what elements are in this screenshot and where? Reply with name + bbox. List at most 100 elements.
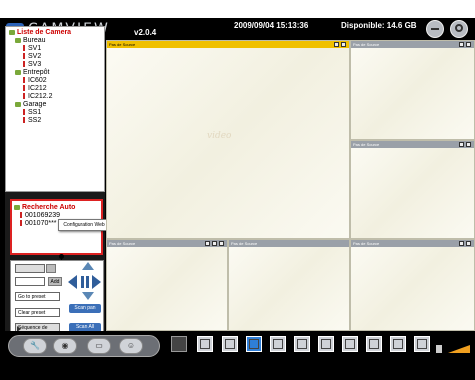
tree-camera-sv3[interactable]: SV3 [23,61,41,69]
auto-search-title-label: Recherche Auto [22,204,76,211]
record-icon[interactable] [466,241,471,246]
layout-6-button[interactable] [246,336,262,352]
tree-camera-ic212-2[interactable]: IC212.2 [23,93,53,101]
users-button[interactable]: ☺ [119,338,143,354]
tree-camera-sv1[interactable]: SV1 [23,45,41,53]
ptz-control-panel: Add Go to preset Clear preset Scan pan S… [10,260,104,340]
layout-grid-icon [200,339,210,349]
settings-wrench-button[interactable]: 🔧 [23,338,47,354]
layout-9-button[interactable] [270,336,286,352]
camera-icon [23,53,25,60]
layout-16-button[interactable] [342,336,358,352]
disk-space-label: Disponible: 14.6 GB [341,21,417,30]
snapshot-icon[interactable] [459,142,464,147]
datetime-label: 2009/09/04 15:13:36 [234,21,309,30]
layout-dual-button[interactable] [366,336,382,352]
layout-grid-icon [321,339,331,349]
scan-pan-button[interactable]: Scan pan [69,304,101,313]
tree-group-entrepot[interactable]: Entrepôt [15,69,49,77]
folder-icon [14,204,20,210]
tree-camera-ic602[interactable]: IC602 [23,77,47,85]
clear-preset-select[interactable]: Clear preset [15,308,60,317]
fullscreen-icon [417,339,427,349]
add-preset-button[interactable]: Add [48,277,62,286]
minimize-icon [431,28,439,30]
ptz-down-arrow-icon[interactable] [82,292,94,300]
video-cell-5[interactable]: Pas de Source [228,239,350,331]
layout-13-button[interactable] [318,336,334,352]
tree-camera-sv2[interactable]: SV2 [23,53,41,61]
camera-icon [23,117,25,124]
layout-10-button[interactable] [294,336,310,352]
group-label: Bureau [23,37,46,44]
video-cell-header: Pas de Source [107,41,349,48]
video-watermark: video [207,131,232,141]
auto-search-item[interactable]: 001069239 [20,212,60,220]
video-cell-6[interactable]: Pas de Source [350,239,475,331]
ptz-home-icon[interactable] [81,276,84,288]
tree-camera-ic212[interactable]: IC212 [23,85,47,93]
monitor-button[interactable]: ▭ [87,338,111,354]
video-cell-header: Pas de Source [351,141,474,148]
record-icon[interactable] [466,42,471,47]
group-label: Garage [23,101,47,108]
minimize-button[interactable] [426,20,444,38]
tree-root[interactable]: Liste de Camera [9,29,71,37]
snapshot-icon[interactable] [334,42,339,47]
folder-icon [15,69,21,75]
device-id: 001070*** [25,220,57,227]
tree-camera-ss2[interactable]: SS2 [23,117,41,125]
tree-group-bureau[interactable]: Bureau [15,37,46,45]
ptz-speed-field[interactable] [15,264,45,273]
ptz-right-arrow-icon[interactable] [92,275,101,289]
video-cell-header: Pas de Source [229,240,349,247]
camera-label: SV3 [28,61,42,68]
fullscreen-button[interactable] [414,336,430,352]
camera-icon [23,61,25,68]
camera-label: IC212.2 [28,93,53,100]
video-cell-4[interactable]: Pas de Source [106,239,228,331]
audio-icon[interactable] [219,241,224,246]
volume-slider[interactable] [448,345,470,353]
speaker-icon[interactable] [436,345,442,353]
layout-wide-button[interactable] [390,336,406,352]
playback-button[interactable]: ◉ [53,338,77,354]
camera-label: IC212 [28,85,47,92]
snapshot-icon[interactable] [459,241,464,246]
video-cell-1[interactable]: Pas de Source video [106,40,350,239]
camera-label: SV2 [28,53,42,60]
goto-preset-select[interactable]: Go to preset [15,292,60,301]
auto-search-item[interactable]: 001070*** [20,220,57,228]
camera-tree: Liste de Camera Bureau SV1 SV2 SV3 Entre… [5,26,105,192]
camera-label: SS2 [28,117,42,124]
camera-icon [23,45,25,52]
ptz-stop-icon [86,276,89,288]
auto-layout-button[interactable] [171,336,187,352]
tool-capsule: 🔧 ◉ ▭ ☺ [8,335,160,357]
record-icon[interactable] [466,142,471,147]
layout-4-button[interactable] [222,336,238,352]
layout-grid-icon [393,339,403,349]
snapshot-icon[interactable] [459,42,464,47]
context-menu-web-config[interactable]: Configuration Web [58,219,110,231]
camera-label: IC602 [28,77,47,84]
layout-grid-icon [249,339,259,349]
camera-icon [23,93,25,100]
ptz-up-arrow-icon[interactable] [82,262,94,270]
layout-grid-icon [225,339,235,349]
tree-camera-ss1[interactable]: SS1 [23,109,41,117]
power-button[interactable] [450,20,468,38]
preset-name-input[interactable] [15,277,45,286]
video-cell-3[interactable]: Pas de Source [350,140,475,239]
layout-grid-icon [297,339,307,349]
layout-1-button[interactable] [197,336,213,352]
bottom-toolbar: 🔧 ◉ ▭ ☺ [0,331,475,362]
record-icon[interactable] [212,241,217,246]
auto-search-title[interactable]: Recherche Auto [14,204,75,212]
tree-group-garage[interactable]: Garage [15,101,46,109]
record-icon[interactable] [341,42,346,47]
snapshot-icon[interactable] [205,241,210,246]
ptz-left-arrow-icon[interactable] [68,275,77,289]
video-cell-2[interactable]: Pas de Source [350,40,475,140]
ptz-speed-toggle[interactable] [46,264,56,273]
